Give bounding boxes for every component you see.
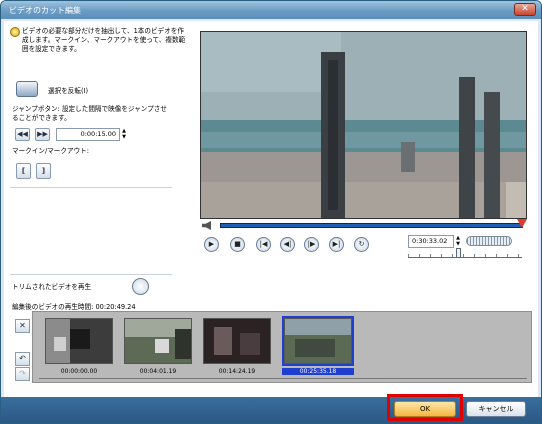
ok-highlight-frame [387, 394, 463, 421]
invert-selection-label[interactable]: 選択を反転(I) [48, 87, 88, 96]
volume-icon[interactable] [202, 221, 211, 230]
clip-time-label-selected: 00:25:35.18 [282, 368, 354, 375]
trim-play-label: トリムされたビデオを再生 [12, 283, 92, 291]
seek-bar[interactable] [220, 223, 523, 228]
go-start-button[interactable]: |◀ [256, 237, 271, 252]
jump-interval-stepper[interactable]: ▲ ▼ [121, 128, 127, 141]
repeat-button[interactable]: ↻ [354, 237, 369, 252]
clip-time-label: 00:00:00.00 [60, 368, 98, 375]
clip-thumbnail-selected[interactable] [284, 318, 352, 364]
jump-interval-field[interactable]: 0:00:15.00 [56, 128, 120, 141]
play-button[interactable]: ▶ [204, 237, 219, 252]
timecode-field[interactable]: 0:30:33.02 [408, 235, 454, 248]
speed-slider-track[interactable] [408, 254, 522, 258]
volume-slider[interactable] [466, 236, 512, 246]
markinout-label: マークイン/マークアウト: [12, 147, 89, 155]
video-preview [200, 31, 527, 219]
undo-button[interactable]: ↶ [15, 352, 30, 366]
jump-description: ジャンプボタン: 設定した間隔で映像をジャンプさせることができます。 [12, 105, 167, 122]
jump-back-button[interactable]: ◀◀ [15, 128, 30, 141]
divider [10, 187, 172, 188]
clip-thumbnail[interactable] [203, 318, 271, 364]
close-button[interactable]: ✕ [514, 3, 536, 16]
go-end-button[interactable]: ▶| [329, 237, 344, 252]
clip-strip: 00:00:00.00 00:04:01.19 00:14:24.19 00:2… [32, 311, 532, 383]
lightbulb-icon [10, 27, 20, 37]
jump-forward-button[interactable]: ▶▶ [35, 128, 50, 141]
previous-frame-button[interactable]: ◀| [280, 237, 295, 252]
clip-thumbnail[interactable] [45, 318, 113, 364]
description-text: ビデオの必要な部分だけを抽出して、1本のビデオを作成します。マークイン、マークア… [22, 27, 186, 53]
title-bar: ビデオのカット編集 ✕ [1, 1, 541, 19]
markout-button[interactable]: ] [36, 163, 51, 179]
clip-time-label: 00:04:01.19 [139, 368, 177, 375]
duration-label-text: 編集後のビデオの再生時間: [12, 303, 94, 311]
divider [10, 274, 172, 275]
strip-scrollbar[interactable] [39, 378, 527, 379]
dialog-window: ビデオのカット編集 ✕ ビデオの必要な部分だけを抽出して、1本のビデオを作成しま… [0, 0, 542, 424]
markin-button[interactable]: [ [16, 163, 31, 179]
video-frame [201, 32, 526, 218]
duration-value: 00:20:49.24 [95, 303, 136, 311]
delete-clip-button[interactable]: ✕ [15, 319, 30, 333]
speed-slider-thumb[interactable] [456, 248, 461, 258]
stop-button[interactable]: ■ [230, 237, 245, 252]
trim-play-button[interactable] [132, 278, 149, 295]
timecode-stepper[interactable]: ▲ ▼ [455, 235, 461, 248]
invert-selection-icon[interactable] [16, 81, 38, 97]
clip-thumbnail[interactable] [124, 318, 192, 364]
clip-time-label: 00:14:24.19 [218, 368, 256, 375]
cancel-button[interactable]: キャンセル [466, 401, 526, 417]
next-frame-button[interactable]: |▶ [304, 237, 319, 252]
redo-button: ↷ [15, 367, 30, 381]
window-title: ビデオのカット編集 [9, 6, 81, 15]
dialog-body: ビデオの必要な部分だけを抽出して、1本のビデオを作成します。マークイン、マークア… [4, 21, 538, 397]
